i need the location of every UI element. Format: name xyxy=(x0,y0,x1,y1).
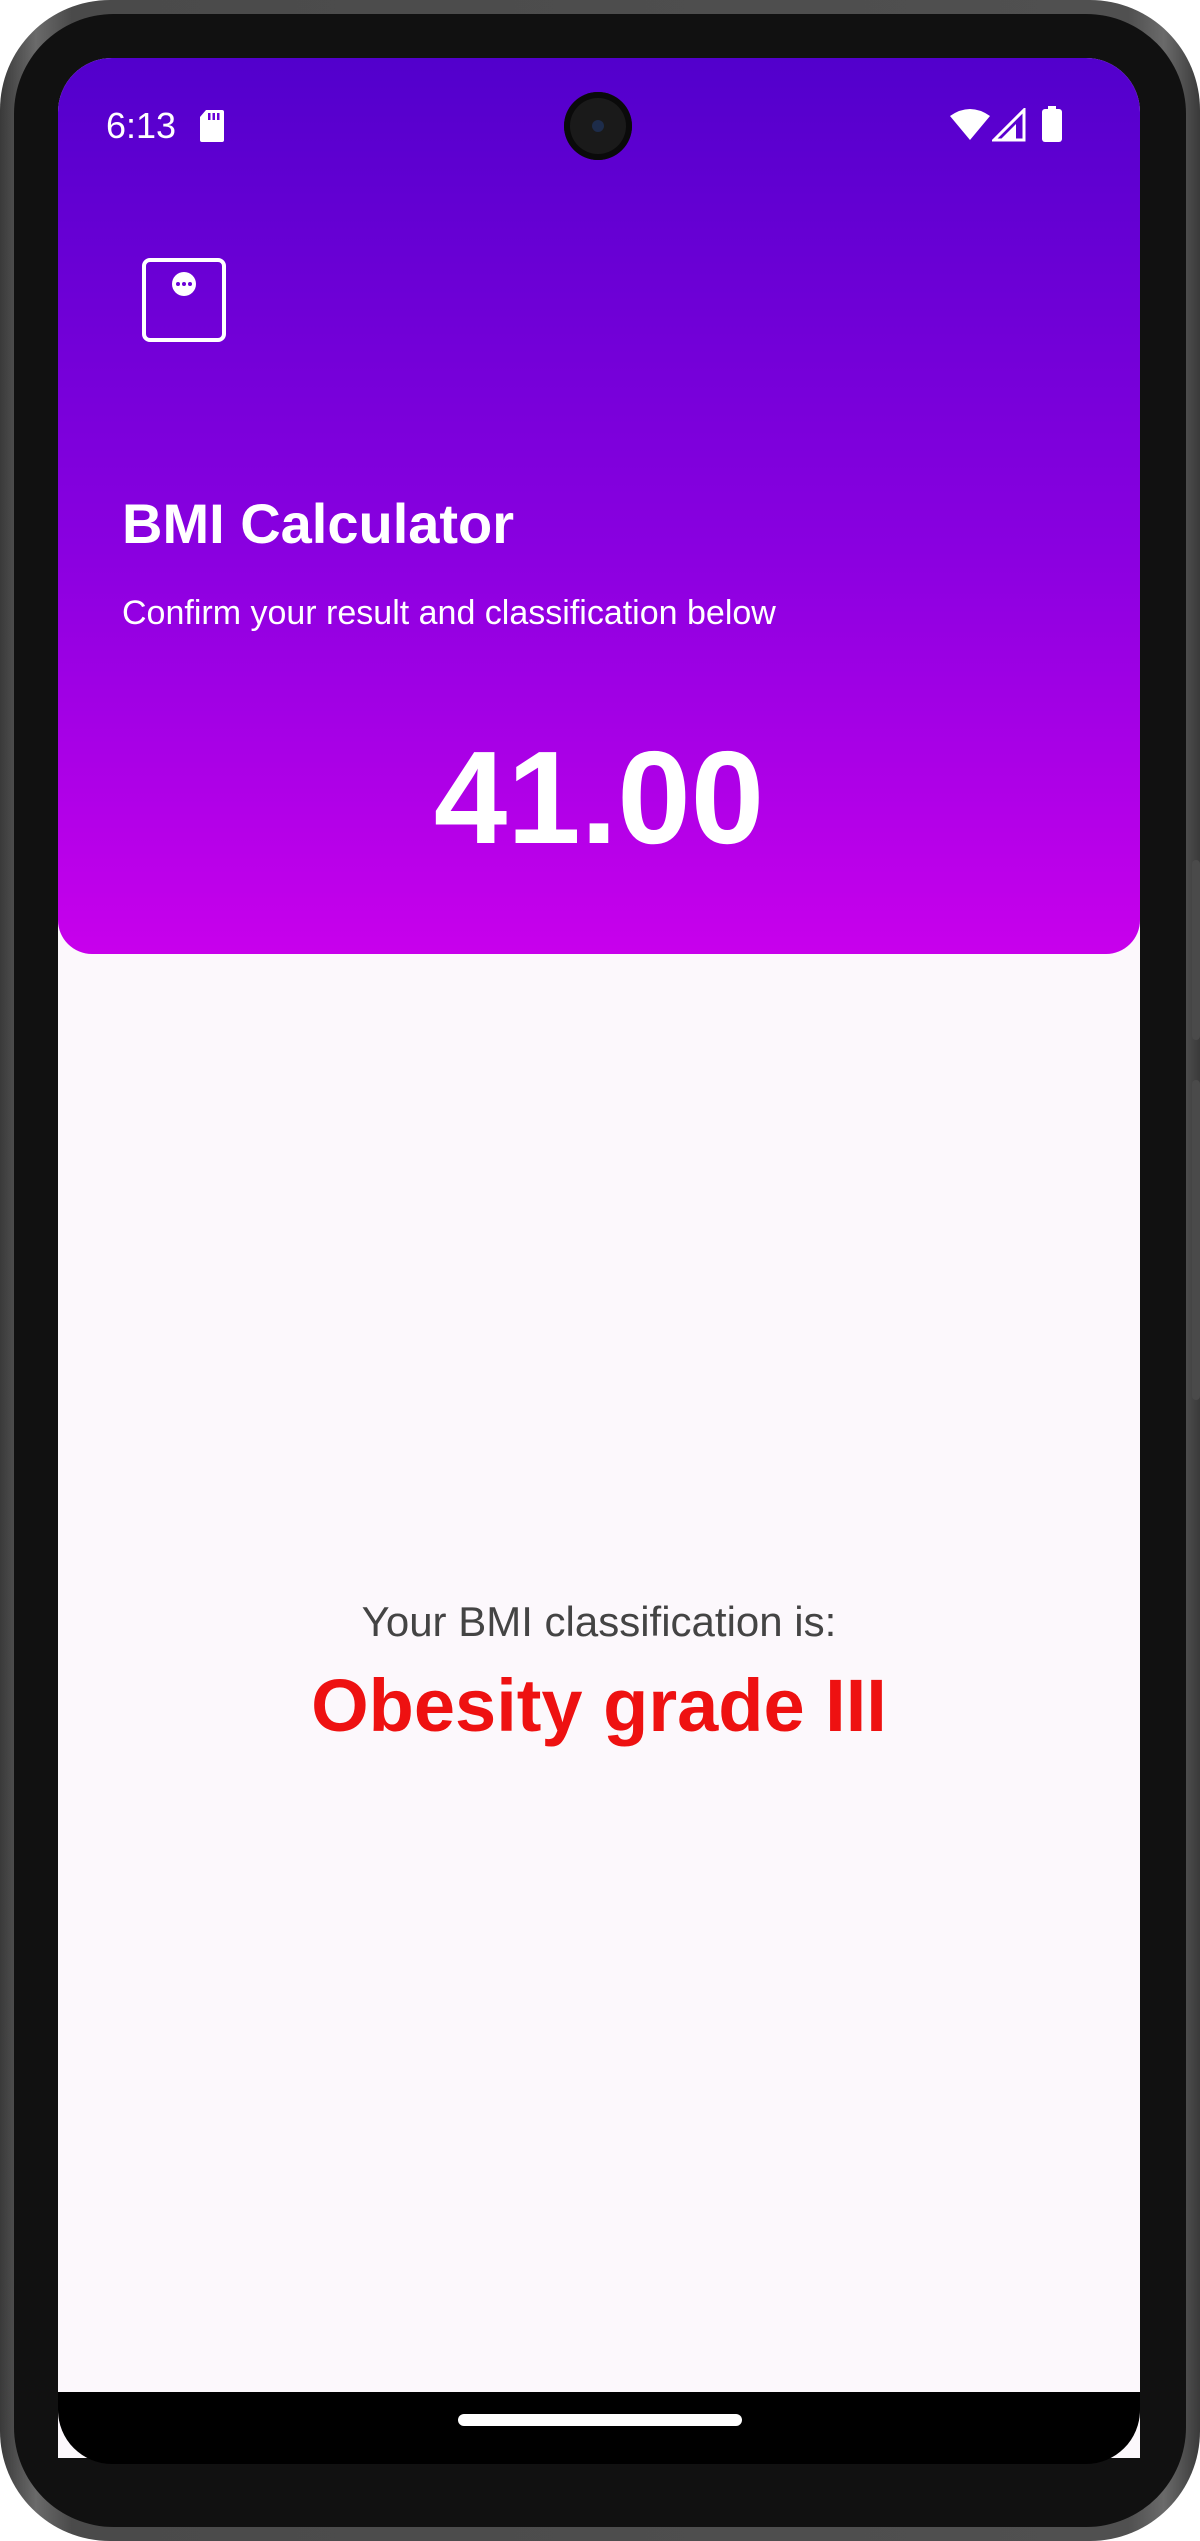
app-screen: 6:13 BMI Calculator Confirm your result … xyxy=(58,58,1140,2458)
front-camera xyxy=(564,92,632,160)
volume-button xyxy=(1192,860,1200,1040)
signal-icon xyxy=(992,108,1026,142)
app-subtitle: Confirm your result and classification b… xyxy=(122,594,776,632)
battery-icon xyxy=(1042,106,1062,142)
sd-card-icon xyxy=(200,110,224,142)
menu-button[interactable] xyxy=(142,258,226,342)
bmi-value: 41.00 xyxy=(433,724,765,871)
more-horiz-icon xyxy=(172,272,196,296)
navigation-bar xyxy=(58,2392,1140,2464)
wifi-icon xyxy=(950,109,990,140)
status-bar: 6:13 xyxy=(58,58,1140,198)
classification-label: Your BMI classification is: xyxy=(361,1598,837,1645)
home-indicator[interactable] xyxy=(458,2414,742,2426)
app-title: BMI Calculator xyxy=(122,492,515,555)
phone-frame: 6:13 BMI Calculator Confirm your result … xyxy=(0,0,1200,2541)
status-time: 6:13 xyxy=(106,105,177,146)
power-button xyxy=(1192,1080,1200,1400)
result-header: 6:13 BMI Calculator Confirm your result … xyxy=(58,58,1140,954)
classification-value: Obesity grade III xyxy=(311,1664,887,1747)
